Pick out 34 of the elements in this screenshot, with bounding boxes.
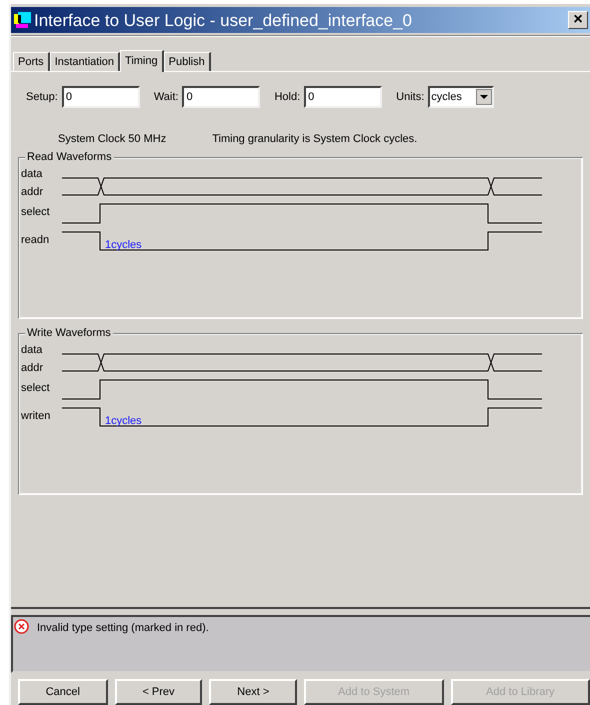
text-field[interactable]: 0 bbox=[62, 86, 140, 108]
signal-label: addr bbox=[21, 184, 44, 200]
dialog-button[interactable]: Next > bbox=[209, 679, 298, 705]
signal-label: select bbox=[21, 204, 51, 220]
signal-label: data bbox=[21, 342, 44, 358]
app-icon bbox=[14, 11, 32, 29]
window-title: Interface to User Logic - user_defined_interface_0 bbox=[34, 12, 412, 28]
duration-label: 1cycles bbox=[105, 414, 142, 426]
info-text: System Clock 50 MHz bbox=[58, 132, 166, 147]
text-field[interactable]: 0 bbox=[182, 86, 260, 108]
info-text: Timing granularity is System Clock cycles. bbox=[212, 132, 418, 147]
signal-label: readn bbox=[21, 232, 50, 248]
tab[interactable]: Ports bbox=[13, 52, 50, 71]
tab[interactable]: Timing bbox=[120, 50, 164, 72]
error-icon bbox=[14, 619, 29, 634]
field-label: Hold: bbox=[274, 90, 300, 105]
status-message: Invalid type setting (marked in red). bbox=[37, 621, 209, 636]
close-button[interactable]: × bbox=[568, 11, 588, 29]
signal-label: addr bbox=[21, 360, 44, 376]
signal-label: data bbox=[21, 166, 44, 182]
dialog-button[interactable]: Cancel bbox=[18, 679, 108, 705]
text-field[interactable]: 0 bbox=[304, 86, 382, 108]
field-label: Wait: bbox=[154, 90, 178, 105]
tab[interactable]: Publish bbox=[164, 52, 211, 71]
panel-title: Write Waveforms bbox=[25, 326, 113, 340]
tab[interactable]: Instantiation bbox=[50, 52, 120, 71]
duration-label: 1cycles bbox=[105, 238, 142, 250]
signal-label: select bbox=[21, 380, 51, 396]
dialog-button[interactable]: < Prev bbox=[114, 679, 202, 705]
units-dropdown[interactable]: cycles bbox=[428, 86, 494, 108]
signal-label: writen bbox=[21, 408, 52, 424]
panel-title: Read Waveforms bbox=[25, 150, 114, 164]
field-label: Setup: bbox=[26, 90, 58, 105]
field-label: Units: bbox=[396, 90, 424, 105]
